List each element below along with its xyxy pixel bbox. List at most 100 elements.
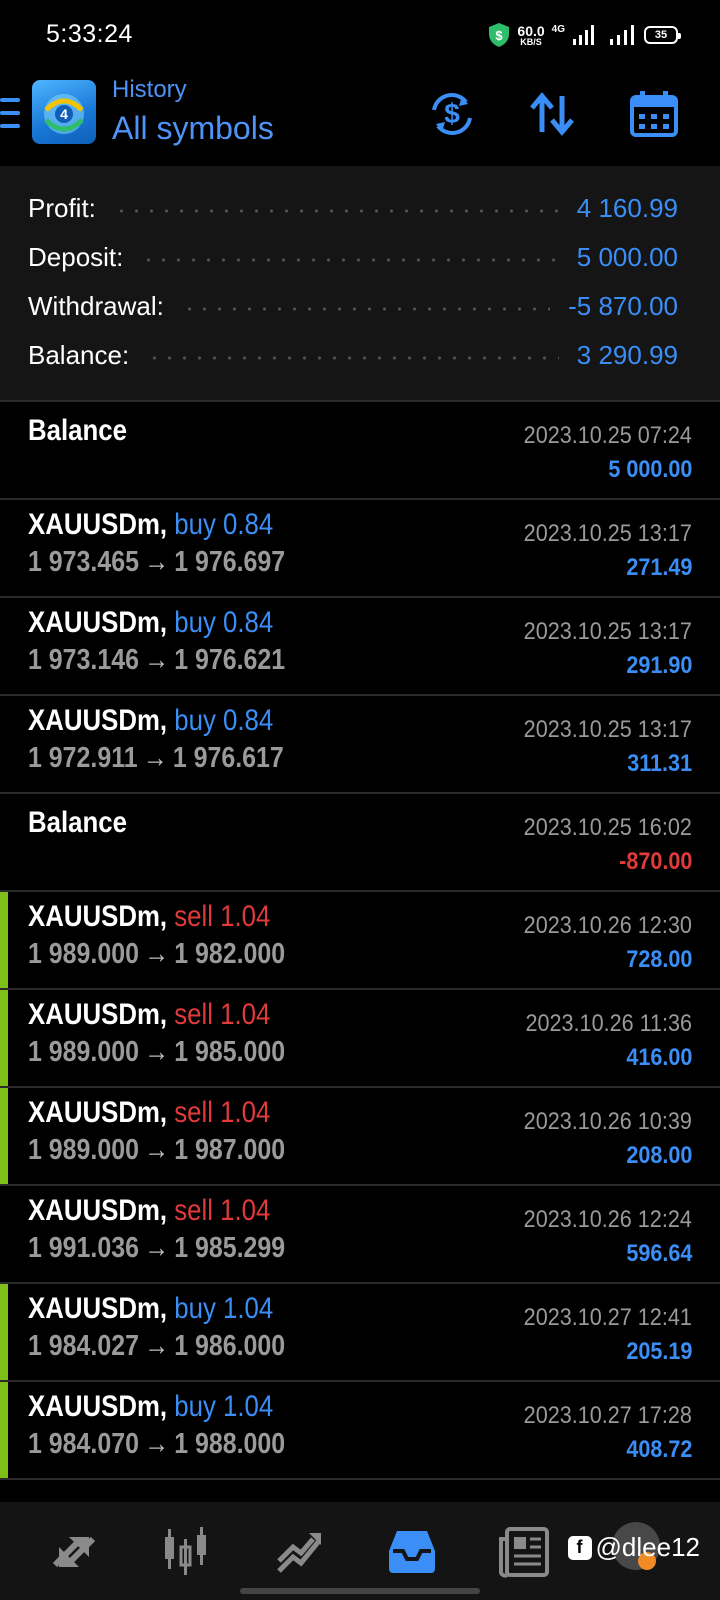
row-amount: 208.00 — [625, 1142, 692, 1169]
row-amount: 271.49 — [625, 554, 692, 581]
trade-prices: 1 984.070 → 1 988.000 — [28, 1428, 285, 1461]
balance-row[interactable]: Balance 2023.10.25 16:02 -870.00 — [0, 794, 720, 892]
summary-value: 5 000.00 — [576, 241, 678, 272]
trade-prices: 1 989.000 → 1 982.000 — [28, 938, 285, 971]
network-type: 4G — [551, 24, 565, 35]
calendar-icon — [630, 91, 678, 137]
summary-label: Withdrawal: — [28, 290, 164, 321]
row-timestamp: 2023.10.27 12:41 — [523, 1304, 692, 1331]
trade-row[interactable]: XAUUSDm, sell 1.04 1 989.000 → 1 987.000 202… — [0, 1088, 720, 1186]
open-price: 1 973.146 — [28, 644, 139, 676]
trade-side-volume: sell 1.04 — [174, 900, 271, 933]
summary-value: -5 870.00 — [568, 290, 678, 321]
close-price: 1 976.621 — [174, 644, 286, 676]
trade-icon — [277, 1533, 321, 1573]
row-timestamp: 2023.10.25 13:17 — [523, 618, 692, 645]
close-price: 1 987.000 — [174, 1134, 286, 1166]
bottom-navigation: f @dlee12 — [0, 1502, 720, 1600]
sort-button[interactable] — [524, 86, 580, 142]
balance-row[interactable]: Balance 2023.10.25 07:24 5 000.00 — [0, 402, 720, 500]
summary-row-withdrawal: Withdrawal: -5 870.00 — [28, 286, 678, 326]
trade-prices: 1 989.000 → 1 987.000 — [28, 1134, 285, 1167]
row-timestamp: 2023.10.25 13:17 — [523, 520, 692, 547]
row-timestamp: 2023.10.26 11:36 — [525, 1010, 692, 1037]
svg-text:4: 4 — [60, 106, 68, 122]
close-price: 1 985.299 — [174, 1232, 286, 1264]
row-title: Balance — [28, 806, 127, 839]
row-title: XAUUSDm, buy 0.84 — [28, 508, 273, 542]
row-timestamp: 2023.10.25 13:17 — [523, 716, 692, 743]
row-title: XAUUSDm, sell 1.04 — [28, 900, 270, 934]
trade-row[interactable]: XAUUSDm, sell 1.04 1 989.000 → 1 985.000 202… — [0, 990, 720, 1088]
trade-prices: 1 984.027 → 1 986.000 — [28, 1330, 285, 1363]
row-title: Balance — [28, 414, 127, 447]
nav-trade[interactable] — [270, 1522, 330, 1582]
row-marker — [0, 1382, 8, 1478]
quotes-icon — [52, 1536, 96, 1568]
news-icon — [499, 1527, 549, 1578]
row-marker — [0, 990, 8, 1086]
row-title: XAUUSDm, buy 1.04 — [28, 1390, 273, 1424]
trade-row[interactable]: XAUUSDm, sell 1.04 1 989.000 → 1 982.000 202… — [0, 892, 720, 990]
header-title[interactable]: All symbols — [112, 110, 274, 147]
trade-side-volume: sell 1.04 — [174, 1194, 271, 1227]
open-price: 1 989.000 — [28, 1134, 139, 1166]
nav-quotes[interactable] — [44, 1522, 104, 1582]
symbol-name: XAUUSDm, — [28, 900, 168, 933]
row-title: XAUUSDm, sell 1.04 — [28, 1096, 270, 1130]
app-logo-icon: 4 — [32, 80, 96, 144]
trade-row[interactable]: XAUUSDm, buy 1.04 1 984.027 → 1 986.000 2023… — [0, 1284, 720, 1382]
summary-value: 4 160.99 — [576, 192, 678, 223]
shield-icon: $ — [489, 23, 510, 47]
close-price: 1 976.697 — [174, 546, 286, 578]
row-marker — [0, 1088, 8, 1184]
close-price: 1 986.000 — [174, 1330, 286, 1362]
svg-text:$: $ — [444, 98, 460, 129]
svg-text:$: $ — [496, 28, 504, 43]
row-timestamp: 2023.10.26 12:30 — [523, 912, 692, 939]
row-timestamp: 2023.10.26 10:39 — [523, 1108, 692, 1135]
open-price: 1 984.070 — [28, 1428, 139, 1460]
arrow-right-icon: → — [144, 644, 170, 676]
trade-side-volume: sell 1.04 — [174, 998, 271, 1031]
symbol-name: XAUUSDm, — [28, 704, 168, 737]
status-bar: 5:33:24 $ 60.0 KB/S 4G 35 — [0, 0, 720, 70]
row-amount: -870.00 — [618, 848, 692, 875]
summary-label: Balance: — [28, 339, 130, 370]
row-amount: 311.31 — [627, 750, 692, 777]
row-title: XAUUSDm, buy 0.84 — [28, 606, 273, 640]
summary-value: 3 290.99 — [576, 339, 678, 370]
nav-chart[interactable] — [156, 1522, 216, 1582]
row-title: XAUUSDm, sell 1.04 — [28, 1194, 270, 1228]
row-title: XAUUSDm, sell 1.04 — [28, 998, 270, 1032]
trade-prices: 1 973.465 → 1 976.697 — [28, 546, 285, 579]
nav-history[interactable] — [382, 1522, 442, 1582]
nav-news[interactable] — [494, 1522, 554, 1582]
trade-row[interactable]: XAUUSDm, buy 0.84 1 972.911 → 1 976.617 2023… — [0, 696, 720, 794]
calendar-button[interactable] — [626, 86, 682, 142]
summary-label: Profit: — [28, 192, 96, 223]
trade-row[interactable]: XAUUSDm, buy 1.04 1 984.070 → 1 988.000 2023… — [0, 1382, 720, 1480]
menu-icon[interactable] — [0, 98, 20, 128]
history-list: Balance 2023.10.25 07:24 5 000.00 XAUUSDm, … — [0, 402, 720, 1480]
status-time: 5:33:24 — [46, 20, 133, 48]
summary-row-deposit: Deposit: 5 000.00 — [28, 237, 678, 277]
row-amount: 596.64 — [625, 1240, 692, 1267]
arrow-right-icon: → — [144, 546, 170, 578]
chart-icon — [165, 1527, 206, 1575]
row-marker — [0, 1284, 8, 1380]
watermark-logo-icon: f — [567, 1535, 592, 1560]
trade-prices: 1 989.000 → 1 985.000 — [28, 1036, 285, 1069]
home-indicator — [240, 1588, 480, 1594]
trade-row[interactable]: XAUUSDm, sell 1.04 1 991.036 → 1 985.299 202… — [0, 1186, 720, 1284]
trade-row[interactable]: XAUUSDm, buy 0.84 1 973.146 → 1 976.621 2023… — [0, 598, 720, 696]
currency-exchange-button[interactable]: $ — [424, 86, 480, 142]
trade-row[interactable]: XAUUSDm, buy 0.84 1 973.465 → 1 976.697 2023… — [0, 500, 720, 598]
summary-panel: Profit: 4 160.99 Deposit: 5 000.00 Withd… — [0, 166, 720, 402]
network-speed-value: 60.0 — [517, 22, 545, 39]
row-marker — [0, 892, 8, 988]
sort-icon — [530, 92, 574, 136]
row-amount: 5 000.00 — [607, 456, 692, 483]
open-price: 1 972.911 — [28, 742, 138, 774]
row-timestamp: 2023.10.25 16:02 — [523, 814, 692, 841]
